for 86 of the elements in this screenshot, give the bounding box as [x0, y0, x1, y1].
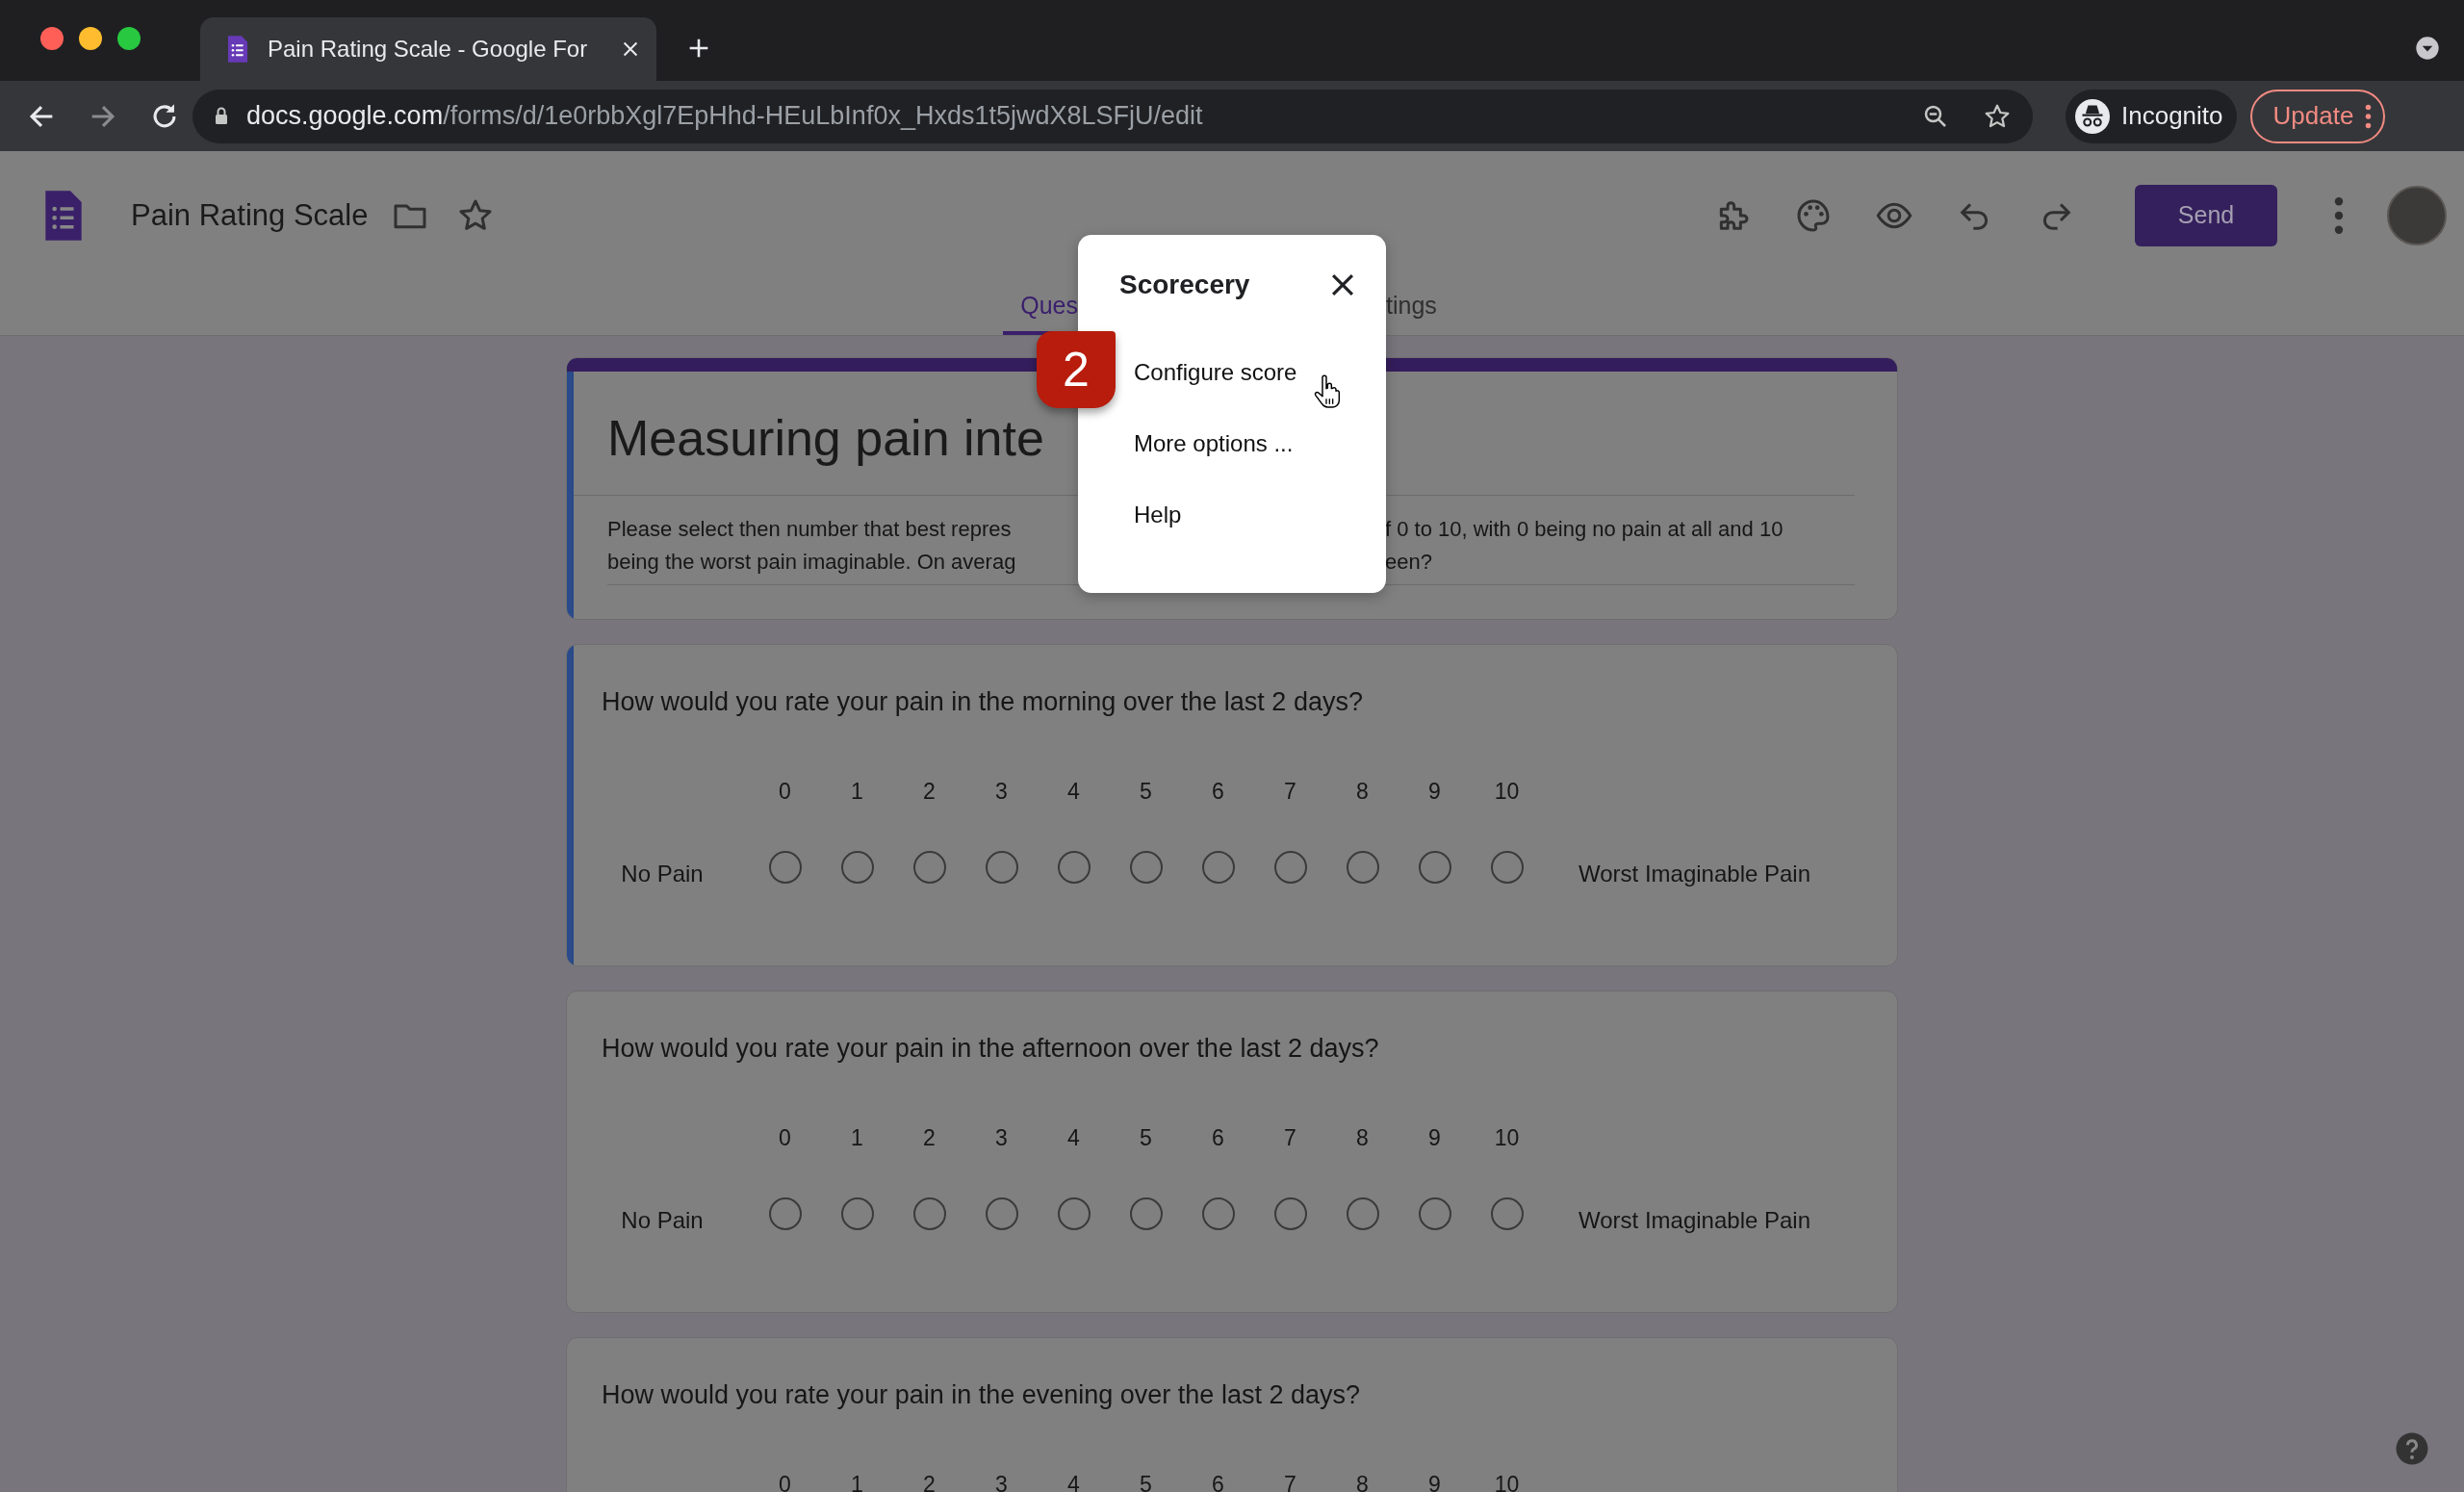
scale-number: 6 — [1211, 1471, 1225, 1492]
more-icon — [2365, 103, 2373, 129]
scale-number: 9 — [1427, 778, 1442, 805]
scale-number: 5 — [1139, 778, 1153, 805]
scale-number: 8 — [1355, 1124, 1370, 1151]
scale-number: 4 — [1066, 1471, 1081, 1492]
question-text: How would you rate your pain in the morning over the last 2 days? — [602, 687, 1364, 717]
menu-title: Scorecery — [1119, 270, 1250, 300]
question-text: How would you rate your pain in the afternoon over the last 2 days? — [602, 1034, 1380, 1064]
help-icon[interactable] — [2395, 1431, 2429, 1466]
scale-number: 5 — [1139, 1471, 1153, 1492]
update-button[interactable]: Update — [2249, 89, 2386, 143]
window-control[interactable] — [79, 27, 102, 50]
window-control[interactable] — [40, 27, 64, 50]
scale-number: 5 — [1139, 1124, 1153, 1151]
radio-button[interactable] — [1201, 1197, 1235, 1230]
radio-button[interactable] — [1129, 1197, 1163, 1230]
address-bar[interactable]: docs.google.com/forms/d/1e0rbbXgl7EpHhd-HEuLbInf0x_Hxds1t5jwdX8LSFjU/edit — [192, 89, 2033, 143]
radio-button[interactable] — [1201, 851, 1235, 884]
radio-button[interactable] — [1346, 1197, 1379, 1230]
scale-number: 7 — [1283, 778, 1297, 805]
scale-number: 6 — [1211, 778, 1225, 805]
profile-button[interactable]: Incognito — [2066, 89, 2237, 143]
scale-number: 4 — [1066, 778, 1081, 805]
incognito-icon — [2075, 98, 2110, 134]
scale-number: 3 — [994, 1471, 1009, 1492]
scale-number: 8 — [1355, 778, 1370, 805]
scale-number: 1 — [850, 778, 864, 805]
description-text: being the worst pain imaginable. On averag — [607, 549, 1017, 576]
tab-search-icon[interactable] — [2414, 35, 2441, 62]
scale-number: 9 — [1427, 1124, 1442, 1151]
scale-number: 10 — [1493, 1471, 1521, 1492]
scale-number: 1 — [850, 1471, 864, 1492]
scale-label: No Pain — [620, 860, 705, 887]
scale-label: No Pain — [620, 1206, 705, 1234]
radio-button[interactable] — [1057, 1197, 1091, 1230]
radio-button[interactable] — [768, 1197, 802, 1230]
scale-label: Worst Imaginable Pain — [1578, 860, 1811, 887]
radio-button[interactable] — [985, 1197, 1018, 1230]
scale-number: 3 — [994, 1124, 1009, 1151]
radio-button[interactable] — [1057, 851, 1091, 884]
form-title[interactable]: Pain Rating Scale — [131, 197, 369, 233]
radio-button[interactable] — [912, 851, 946, 884]
radio-button[interactable] — [1490, 1197, 1524, 1230]
radio-button[interactable] — [1346, 851, 1379, 884]
scale-number: 6 — [1211, 1124, 1225, 1151]
scale-number: 7 — [1283, 1124, 1297, 1151]
window-control[interactable] — [117, 27, 141, 50]
menu-item[interactable]: More options ... — [1078, 408, 1386, 479]
scale-number: 2 — [922, 778, 937, 805]
radio-button[interactable] — [912, 1197, 946, 1230]
description-text: Please select then number that best repres — [607, 516, 1013, 543]
browser-tab[interactable]: Pain Rating Scale - Google For — [200, 17, 656, 81]
scale-number: 0 — [778, 1471, 792, 1492]
scale-number: 2 — [922, 1124, 937, 1151]
url-text: docs.google.com/forms/d/1e0rbbXgl7EpHhd-HEuLbInf0x_Hxds1t5jwdX8LSFjU/edit — [246, 101, 1203, 131]
radio-button[interactable] — [1418, 1197, 1451, 1230]
scale-number: 10 — [1493, 778, 1521, 805]
description-text: f 0 to 10, with 0 being no pain at all and 10 — [1385, 516, 1784, 543]
scale-number: 8 — [1355, 1471, 1370, 1492]
scale-number: 0 — [778, 778, 792, 805]
scale-number: 1 — [850, 1124, 864, 1151]
scale-label: Worst Imaginable Pain — [1578, 1206, 1811, 1234]
radio-button[interactable] — [768, 851, 802, 884]
description-text: een? — [1385, 549, 1433, 576]
menu-item[interactable]: Help — [1078, 479, 1386, 551]
radio-button[interactable] — [1129, 851, 1163, 884]
radio-button[interactable] — [840, 851, 874, 884]
tab-title: Pain Rating Scale - Google For — [268, 36, 589, 63]
radio-button[interactable] — [1418, 851, 1451, 884]
scale-number: 0 — [778, 1124, 792, 1151]
scale-number: 10 — [1493, 1124, 1521, 1151]
scale-number: 2 — [922, 1471, 937, 1492]
scale-number: 7 — [1283, 1471, 1297, 1492]
scale-number: 4 — [1066, 1124, 1081, 1151]
radio-button[interactable] — [1490, 851, 1524, 884]
scale-number: 9 — [1427, 1471, 1442, 1492]
question-text: How would you rate your pain in the evening over the last 2 days? — [602, 1380, 1361, 1410]
form-heading: Measuring pain inte — [607, 409, 1045, 467]
step-badge: 2 — [1037, 331, 1116, 408]
send-button[interactable]: Send — [2135, 184, 2277, 246]
radio-button[interactable] — [840, 1197, 874, 1230]
radio-button[interactable] — [985, 851, 1018, 884]
radio-button[interactable] — [1273, 851, 1307, 884]
scale-number: 3 — [994, 778, 1009, 805]
radio-button[interactable] — [1273, 1197, 1307, 1230]
